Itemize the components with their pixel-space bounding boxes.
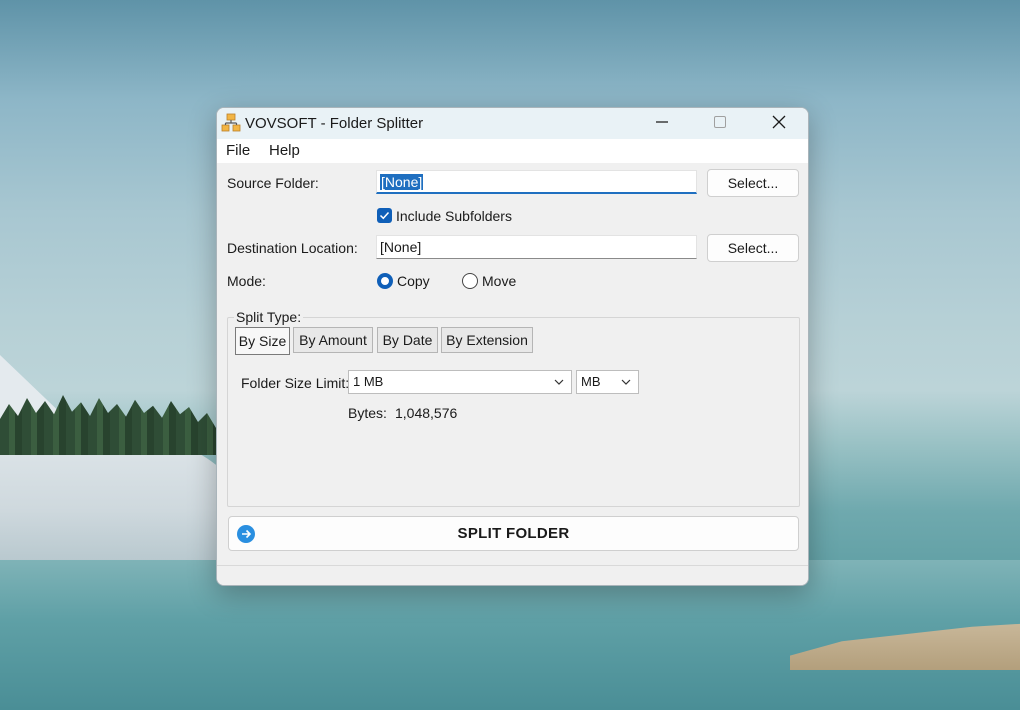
- folder-size-combo[interactable]: 1 MB: [348, 370, 572, 394]
- bytes-value: 1,048,576: [395, 405, 458, 421]
- tab-by-size[interactable]: By Size: [235, 327, 290, 355]
- source-folder-input[interactable]: [None]: [376, 170, 697, 194]
- split-folder-label: SPLIT FOLDER: [457, 525, 570, 542]
- include-subfolders-checkbox[interactable]: [377, 208, 392, 223]
- minimize-icon: [656, 116, 668, 132]
- chevron-down-icon: [554, 379, 564, 385]
- destination-location-input[interactable]: [None]: [376, 235, 697, 259]
- checkmark-icon: [379, 211, 390, 220]
- tab-by-date[interactable]: By Date: [377, 327, 438, 353]
- tab-by-amount[interactable]: By Amount: [293, 327, 373, 353]
- split-type-title: Split Type:: [234, 309, 304, 325]
- minimize-button[interactable]: [639, 108, 685, 139]
- chevron-down-icon: [621, 379, 631, 385]
- app-window: VOVSOFT - Folder Splitter File Help Sour…: [216, 107, 809, 586]
- mode-copy-label[interactable]: Copy: [397, 273, 430, 289]
- size-unit-value: MB: [581, 374, 601, 389]
- bytes-label: Bytes:: [348, 405, 387, 421]
- source-folder-label: Source Folder:: [227, 175, 319, 191]
- split-folder-button[interactable]: SPLIT FOLDER: [228, 516, 799, 551]
- mode-copy-radio[interactable]: [377, 273, 393, 289]
- network-folders-icon: [221, 113, 241, 133]
- close-icon: [772, 115, 786, 133]
- mode-move-label[interactable]: Move: [482, 273, 516, 289]
- menu-file[interactable]: File: [226, 142, 250, 159]
- destination-select-button[interactable]: Select...: [707, 234, 799, 262]
- status-bar: [217, 565, 808, 585]
- destination-location-label: Destination Location:: [227, 240, 358, 256]
- include-subfolders-label[interactable]: Include Subfolders: [396, 208, 512, 224]
- mode-move-radio[interactable]: [462, 273, 478, 289]
- mode-label: Mode:: [227, 273, 266, 289]
- menu-help[interactable]: Help: [269, 142, 300, 159]
- maximize-icon: [714, 115, 726, 132]
- source-select-button[interactable]: Select...: [707, 169, 799, 197]
- size-unit-combo[interactable]: MB: [576, 370, 639, 394]
- source-folder-value: [None]: [380, 174, 424, 190]
- menu-bar: File Help: [217, 139, 808, 163]
- destination-location-value: [None]: [380, 239, 422, 255]
- folder-size-limit-label: Folder Size Limit:: [241, 375, 350, 391]
- window-title: VOVSOFT - Folder Splitter: [245, 115, 424, 132]
- title-bar[interactable]: VOVSOFT - Folder Splitter: [217, 108, 808, 139]
- maximize-button[interactable]: [697, 108, 743, 139]
- folder-size-value: 1 MB: [353, 374, 384, 389]
- close-button[interactable]: [756, 108, 802, 139]
- tab-by-extension[interactable]: By Extension: [441, 327, 533, 353]
